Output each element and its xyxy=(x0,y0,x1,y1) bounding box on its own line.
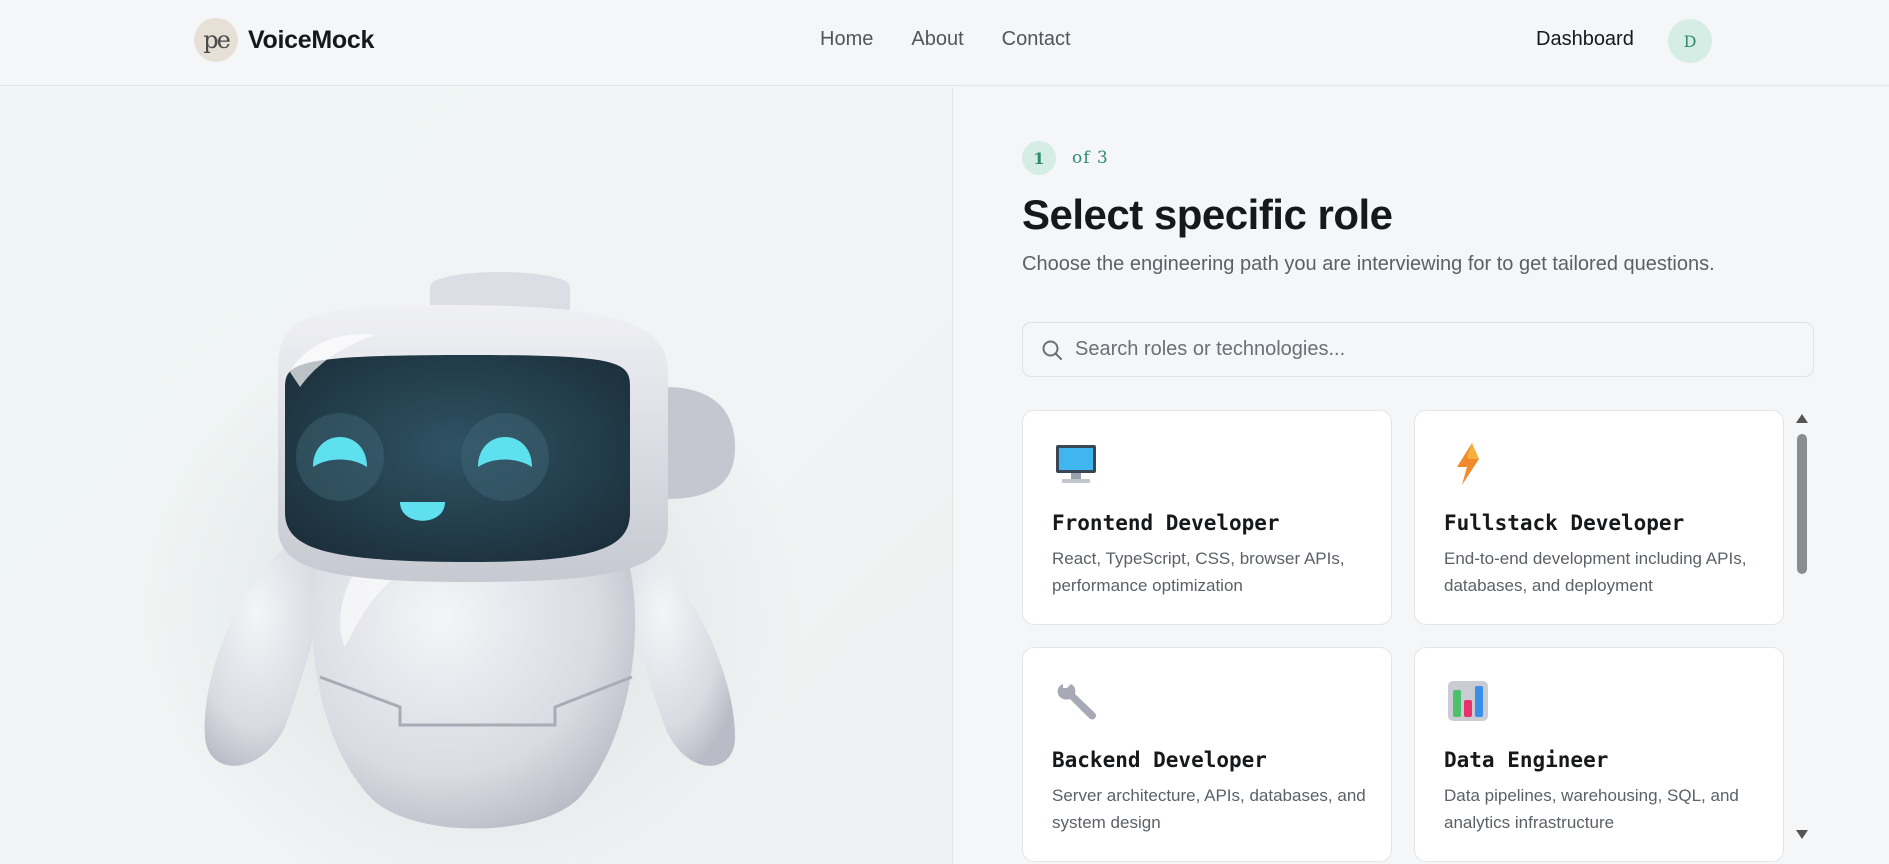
nav-about-link[interactable]: About xyxy=(911,28,963,51)
wrench-icon xyxy=(1057,684,1097,720)
app-name: VoiceMock xyxy=(248,25,375,54)
robot-mascot-illustration xyxy=(140,272,800,864)
role-card-backend[interactable]: Backend Developer Server architecture, A… xyxy=(1022,647,1392,862)
logo-badge-icon: pe xyxy=(194,18,238,62)
bar-chart-icon xyxy=(1448,681,1488,721)
scroll-up-arrow-icon[interactable] xyxy=(1796,414,1808,423)
role-description: Data pipelines, warehousing, SQL, and an… xyxy=(1444,786,1739,832)
dashboard-link[interactable]: Dashboard xyxy=(1536,28,1634,51)
search-input[interactable] xyxy=(1075,338,1795,361)
lightning-icon xyxy=(1457,443,1479,485)
role-card-fullstack[interactable]: Fullstack Developer End-to-end developme… xyxy=(1414,410,1784,625)
role-title: Data Engineer xyxy=(1444,748,1609,772)
role-title: Frontend Developer xyxy=(1052,511,1280,535)
page-subtitle: Choose the engineering path you are inte… xyxy=(1022,253,1715,275)
step-indicator: 1 of 3 xyxy=(1022,141,1109,175)
role-description: Server architecture, APIs, databases, an… xyxy=(1052,786,1366,832)
step-total-label: of 3 xyxy=(1072,148,1109,168)
nav-contact-link[interactable]: Contact xyxy=(1002,28,1071,51)
main-nav: Home About Contact xyxy=(820,28,1071,51)
role-title: Fullstack Developer xyxy=(1444,511,1685,535)
top-navigation-bar: pe VoiceMock Home About Contact Dashboar… xyxy=(0,0,1889,86)
role-title: Backend Developer xyxy=(1052,748,1267,772)
app-logo[interactable]: pe VoiceMock xyxy=(194,18,374,62)
role-description: React, TypeScript, CSS, browser APIs, pe… xyxy=(1052,549,1345,595)
role-description: End-to-end development including APIs, d… xyxy=(1444,549,1747,595)
scrollbar-thumb[interactable] xyxy=(1797,434,1807,574)
role-card-frontend[interactable]: Frontend Developer React, TypeScript, CS… xyxy=(1022,410,1392,625)
search-icon xyxy=(1042,340,1062,360)
hero-illustration-panel xyxy=(0,87,953,864)
page-title: Select specific role xyxy=(1022,191,1393,238)
role-card-data-engineer[interactable]: Data Engineer Data pipelines, warehousin… xyxy=(1414,647,1784,862)
scroll-down-arrow-icon[interactable] xyxy=(1796,830,1808,839)
nav-home-link[interactable]: Home xyxy=(820,28,873,51)
role-list-scrollbar[interactable] xyxy=(1793,414,1809,844)
role-selection-panel: 1 of 3 Select specific role Choose the e… xyxy=(954,87,1889,864)
user-avatar[interactable]: D xyxy=(1668,19,1712,63)
search-box xyxy=(1022,322,1814,377)
step-number-badge: 1 xyxy=(1022,141,1056,175)
desktop-computer-icon xyxy=(1056,445,1096,483)
